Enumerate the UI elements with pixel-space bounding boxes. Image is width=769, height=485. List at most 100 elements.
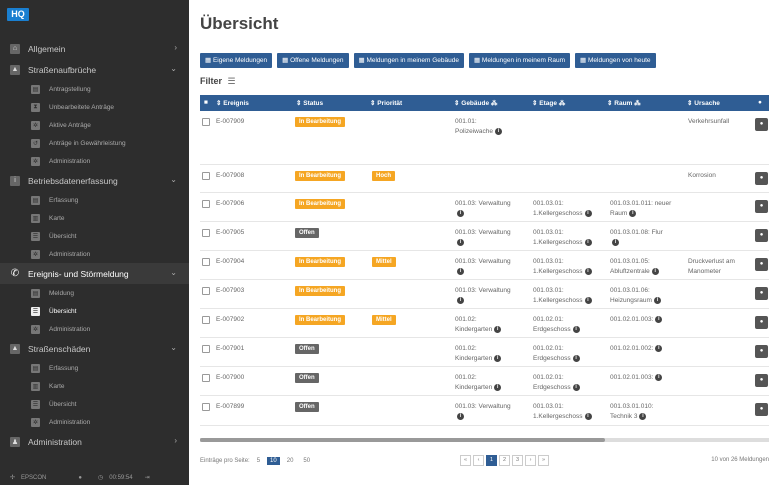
event-id[interactable]: E-007902 xyxy=(216,315,244,325)
sidebar-item-2-1[interactable]: ▥ Karte xyxy=(0,209,189,227)
event-id[interactable]: E-007905 xyxy=(216,228,244,238)
page-button-4[interactable]: 3 xyxy=(512,455,523,466)
sidebar-item-4-3[interactable]: ✲ Administration xyxy=(0,413,189,431)
quick-filter-button-3[interactable]: ▦ Meldungen in meinem Raum xyxy=(468,53,571,68)
table-row[interactable]: E-007902 In Bearbeitung Mittel 001.02: Kinde… xyxy=(200,309,769,338)
table-row[interactable]: E-007905 Offen 001.03: Verwaltung i 001.03.0… xyxy=(200,222,769,251)
page-button-5[interactable]: › xyxy=(525,455,536,466)
info-icon[interactable]: i xyxy=(653,296,661,304)
column-header-6[interactable]: ⇕ Ursache xyxy=(687,99,720,107)
row-action-icon[interactable]: ● xyxy=(755,229,768,242)
info-icon[interactable]: i xyxy=(494,325,502,333)
column-settings-icon[interactable]: ● xyxy=(758,99,762,106)
row-checkbox[interactable] xyxy=(202,287,210,295)
info-icon[interactable]: i xyxy=(584,209,592,217)
sidebar-item-4-1[interactable]: ▥ Karte xyxy=(0,377,189,395)
sidebar-item-1-1[interactable]: ⧗ Unbearbeitete Anträge xyxy=(0,98,189,116)
table-row[interactable]: E-007909 In Bearbeitung 001.01: Polizeiwach… xyxy=(200,111,769,165)
sidebar-item-2-2[interactable]: ☰ Übersicht xyxy=(0,227,189,245)
row-checkbox[interactable] xyxy=(202,403,210,411)
row-action-icon[interactable]: ● xyxy=(755,258,768,271)
info-icon[interactable]: i xyxy=(457,412,464,420)
event-id[interactable]: E-007900 xyxy=(216,373,244,383)
quick-filter-button-4[interactable]: ▦ Meldungen von heute xyxy=(575,53,656,68)
info-icon[interactable]: i xyxy=(457,209,464,217)
quick-filter-button-0[interactable]: ▦ Eigene Meldungen xyxy=(200,53,273,68)
info-icon[interactable]: i xyxy=(494,354,502,362)
info-icon[interactable]: i xyxy=(651,267,659,275)
row-action-icon[interactable]: ● xyxy=(755,287,768,300)
sidebar-item-1-2[interactable]: ✲ Aktive Anträge xyxy=(0,116,189,134)
sidebar-section-5[interactable]: ♟ Administration › xyxy=(0,431,189,452)
event-id[interactable]: E-007906 xyxy=(216,199,244,209)
event-id[interactable]: E-007908 xyxy=(216,171,244,181)
sidebar-item-4-0[interactable]: ▤ Erfassung xyxy=(0,359,189,377)
sidebar-item-3-1[interactable]: ☰ Übersicht xyxy=(0,302,189,320)
row-checkbox[interactable] xyxy=(202,200,210,208)
sidebar-section-4[interactable]: ▲ Straßenschäden ⌄ xyxy=(0,338,189,359)
row-action-icon[interactable]: ● xyxy=(755,172,768,185)
app-logo[interactable]: HQ xyxy=(7,8,29,21)
sidebar-item-2-0[interactable]: ▤ Erfassung xyxy=(0,191,189,209)
table-row[interactable]: E-007908 In Bearbeitung Hoch Korrosion ● xyxy=(200,165,769,193)
info-icon[interactable]: i xyxy=(584,238,592,246)
info-icon[interactable]: i xyxy=(639,412,647,420)
row-checkbox[interactable] xyxy=(202,316,210,324)
sidebar-section-2[interactable]: i Betriebsdatenerfassung ⌄ xyxy=(0,170,189,191)
user-icon[interactable]: ● xyxy=(78,475,82,481)
column-header-0[interactable]: ⇕ Ereignis xyxy=(216,99,249,107)
sidebar-section-3[interactable]: ✆ Ereignis- und Störmeldung ⌄ xyxy=(0,263,189,284)
page-button-6[interactable]: » xyxy=(538,455,549,466)
info-icon[interactable]: i xyxy=(494,127,502,135)
sidebar-item-1-0[interactable]: ▤ Antragstellung xyxy=(0,80,189,98)
info-icon[interactable]: i xyxy=(494,383,502,391)
scrollbar-thumb[interactable] xyxy=(200,438,605,442)
sidebar-section-0[interactable]: ⌂ Allgemein › xyxy=(0,38,189,59)
page-button-1[interactable]: ‹ xyxy=(473,455,484,466)
event-id[interactable]: E-007909 xyxy=(216,117,244,127)
column-header-2[interactable]: ⇕ Priorität xyxy=(370,99,402,107)
logout-icon[interactable]: ⇥ xyxy=(145,474,150,481)
info-icon[interactable]: i xyxy=(629,209,637,217)
quick-filter-button-2[interactable]: ▦ Meldungen in meinem Gebäude xyxy=(353,53,464,68)
info-icon[interactable]: i xyxy=(457,267,464,275)
info-icon[interactable]: i xyxy=(457,296,464,304)
horizontal-scrollbar[interactable] xyxy=(200,438,769,442)
row-action-icon[interactable]: ● xyxy=(755,316,768,329)
info-icon[interactable]: i xyxy=(655,373,663,381)
page-button-3[interactable]: 2 xyxy=(499,455,510,466)
filter-column-icon[interactable]: ⁂ xyxy=(557,100,566,107)
info-icon[interactable]: i xyxy=(612,238,619,246)
column-header-3[interactable]: ⇕ Gebäude ⁂ xyxy=(454,99,497,107)
info-icon[interactable]: i xyxy=(584,296,592,304)
table-row[interactable]: E-007901 Offen 001.02: Kindergarten i 001.02.… xyxy=(200,338,769,367)
per-page-option-10[interactable]: 10 xyxy=(267,457,280,465)
event-id[interactable]: E-007899 xyxy=(216,402,244,412)
row-checkbox[interactable] xyxy=(202,345,210,353)
info-icon[interactable]: i xyxy=(655,315,663,323)
info-icon[interactable]: i xyxy=(655,344,663,352)
page-button-0[interactable]: « xyxy=(460,455,471,466)
table-row[interactable]: E-007899 Offen 001.03: Verwaltung i 001.03.0… xyxy=(200,396,769,426)
info-icon[interactable]: i xyxy=(584,267,592,275)
sidebar-item-3-2[interactable]: ✲ Administration xyxy=(0,320,189,338)
column-header-4[interactable]: ⇕ Etage ⁂ xyxy=(532,99,565,107)
table-row[interactable]: E-007904 In Bearbeitung Mittel 001.03: Verw… xyxy=(200,251,769,280)
row-checkbox[interactable] xyxy=(202,374,210,382)
sidebar-item-3-0[interactable]: ▤ Meldung xyxy=(0,284,189,302)
quick-filter-button-1[interactable]: ▦ Offene Meldungen xyxy=(277,53,349,68)
table-row[interactable]: E-007906 In Bearbeitung 001.03: Verwaltung… xyxy=(200,193,769,222)
row-action-icon[interactable]: ● xyxy=(755,345,768,358)
per-page-option-50[interactable]: 50 xyxy=(300,457,313,465)
filter-column-icon[interactable]: ⁂ xyxy=(489,100,498,107)
column-header-5[interactable]: ⇕ Raum ⁂ xyxy=(607,99,641,107)
row-action-icon[interactable]: ● xyxy=(755,374,768,387)
filter-column-icon[interactable]: ⁂ xyxy=(632,100,641,107)
per-page-option-20[interactable]: 20 xyxy=(284,457,297,465)
column-header-1[interactable]: ⇕ Status xyxy=(296,99,323,107)
row-checkbox[interactable] xyxy=(202,229,210,237)
sidebar-item-1-4[interactable]: ✲ Administration xyxy=(0,152,189,170)
event-id[interactable]: E-007901 xyxy=(216,344,244,354)
row-checkbox[interactable] xyxy=(202,172,210,180)
row-action-icon[interactable]: ● xyxy=(755,200,768,213)
